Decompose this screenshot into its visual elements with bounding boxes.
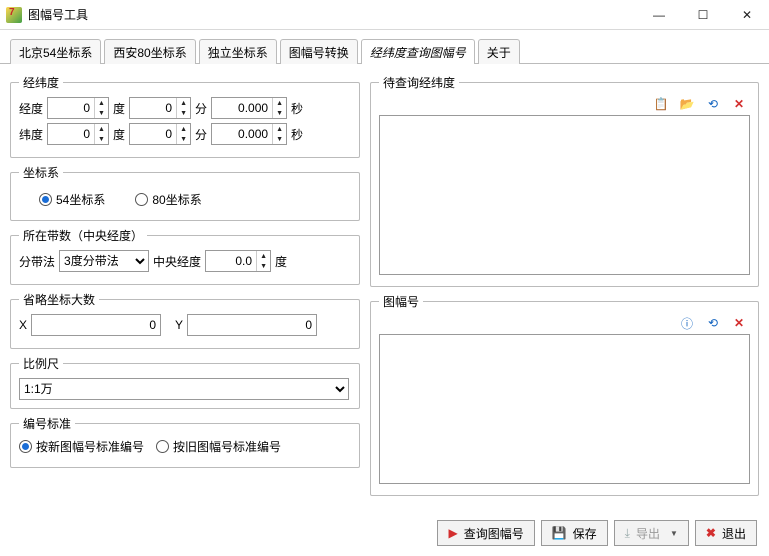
footer-toolbar: ▶ 查询图幅号 💾 保存 ⤓ 导出 ▼ ✖ 退出 xyxy=(0,512,769,552)
y-label: Y xyxy=(175,318,183,332)
lonlat-legend: 经纬度 xyxy=(19,74,63,91)
query-icon: ▶ xyxy=(448,526,457,540)
paste-icon[interactable]: 📋 xyxy=(652,95,670,113)
minimize-button[interactable]: — xyxy=(637,1,681,29)
lon-label: 经度 xyxy=(19,100,43,117)
mapno-textarea[interactable] xyxy=(379,334,750,484)
title-bar: 图幅号工具 — ☐ ✕ xyxy=(0,0,769,30)
lon-deg-spinner[interactable]: ▲▼ xyxy=(47,97,109,119)
lon-sec-input[interactable] xyxy=(212,98,272,118)
mapno-legend: 图幅号 xyxy=(379,293,423,310)
zone-legend: 所在带数（中央经度） xyxy=(19,227,147,244)
std-legend: 编号标准 xyxy=(19,415,75,432)
clear-icon[interactable]: ⟲ xyxy=(704,314,722,332)
export-button[interactable]: ⤓ 导出 ▼ xyxy=(614,520,689,546)
disk-icon: 💾 xyxy=(552,526,567,540)
lat-min-input[interactable] xyxy=(130,124,176,144)
scale-legend: 比例尺 xyxy=(19,355,63,372)
pending-group: 待查询经纬度 📋 📂 ⟲ ✕ xyxy=(370,74,759,287)
method-select[interactable]: 3度分带法 xyxy=(59,250,149,272)
pending-legend: 待查询经纬度 xyxy=(379,74,459,91)
lon-deg-input[interactable] xyxy=(48,98,94,118)
maximize-button[interactable]: ☐ xyxy=(681,1,725,29)
tab-about[interactable]: 关于 xyxy=(478,39,520,64)
lat-sec-spinner[interactable]: ▲▼ xyxy=(211,123,287,145)
tab-convert[interactable]: 图幅号转换 xyxy=(280,39,358,64)
query-button[interactable]: ▶ 查询图幅号 xyxy=(437,520,534,546)
lat-sec-input[interactable] xyxy=(212,124,272,144)
radio-dot-icon xyxy=(156,440,169,453)
cm-label: 中央经度 xyxy=(153,253,201,270)
omit-legend: 省略坐标大数 xyxy=(19,291,99,308)
scale-select[interactable]: 1:1万 xyxy=(19,378,349,400)
radio-dot-icon xyxy=(39,193,52,206)
sec-unit: 秒 xyxy=(291,100,303,117)
zone-group: 所在带数（中央经度） 分带法 3度分带法 中央经度 ▲▼ 度 xyxy=(10,227,360,285)
y-input[interactable] xyxy=(187,314,317,336)
lat-deg-input[interactable] xyxy=(48,124,94,144)
window-title: 图幅号工具 xyxy=(28,6,637,23)
lon-sec-spinner[interactable]: ▲▼ xyxy=(211,97,287,119)
close-button[interactable]: ✕ xyxy=(725,1,769,29)
method-label: 分带法 xyxy=(19,253,55,270)
lat-deg-spinner[interactable]: ▲▼ xyxy=(47,123,109,145)
close-icon: ✖ xyxy=(706,526,716,540)
x-label: X xyxy=(19,318,27,332)
coordsys-legend: 坐标系 xyxy=(19,164,63,181)
lat-label: 纬度 xyxy=(19,126,43,143)
open-icon[interactable]: 📂 xyxy=(678,95,696,113)
chevron-down-icon: ▼ xyxy=(670,529,678,538)
delete-icon[interactable]: ✕ xyxy=(730,314,748,332)
clear-icon[interactable]: ⟲ xyxy=(704,95,722,113)
radio-dot-icon xyxy=(19,440,32,453)
export-icon: ⤓ xyxy=(625,526,630,541)
scale-group: 比例尺 1:1万 xyxy=(10,355,360,409)
tab-xa80[interactable]: 西安80坐标系 xyxy=(104,39,195,64)
std-group: 编号标准 按新图幅号标准编号 按旧图幅号标准编号 xyxy=(10,415,360,468)
deg-unit: 度 xyxy=(113,100,125,117)
radio-54[interactable]: 54坐标系 xyxy=(39,191,105,208)
cm-unit: 度 xyxy=(275,253,287,270)
lon-min-input[interactable] xyxy=(130,98,176,118)
omit-group: 省略坐标大数 X Y xyxy=(10,291,360,349)
min-unit: 分 xyxy=(195,100,207,117)
app-icon xyxy=(6,7,22,23)
tab-indep[interactable]: 独立坐标系 xyxy=(199,39,277,64)
x-input[interactable] xyxy=(31,314,161,336)
tab-strip: 北京54坐标系 西安80坐标系 独立坐标系 图幅号转换 经纬度查询图幅号 关于 xyxy=(0,34,769,64)
radio-dot-icon xyxy=(135,193,148,206)
lat-min-spinner[interactable]: ▲▼ xyxy=(129,123,191,145)
radio-80[interactable]: 80坐标系 xyxy=(135,191,201,208)
pending-textarea[interactable] xyxy=(379,115,750,275)
tab-lonlat-query[interactable]: 经纬度查询图幅号 xyxy=(361,39,475,64)
tab-bj54[interactable]: 北京54坐标系 xyxy=(10,39,101,64)
coordsys-group: 坐标系 54坐标系 80坐标系 xyxy=(10,164,360,221)
mapno-group: 图幅号 ⓘ ⟲ ✕ xyxy=(370,293,759,496)
save-button[interactable]: 💾 保存 xyxy=(541,520,608,546)
radio-new-std[interactable]: 按新图幅号标准编号 xyxy=(19,438,144,455)
delete-icon[interactable]: ✕ xyxy=(730,95,748,113)
info-icon[interactable]: ⓘ xyxy=(678,314,696,332)
cm-input[interactable] xyxy=(206,251,256,271)
cm-spinner[interactable]: ▲▼ xyxy=(205,250,271,272)
exit-button[interactable]: ✖ 退出 xyxy=(695,520,757,546)
lon-min-spinner[interactable]: ▲▼ xyxy=(129,97,191,119)
lonlat-group: 经纬度 经度 ▲▼ 度 ▲▼ 分 ▲▼ 秒 纬度 ▲▼ 度 ▲▼ 分 ▲▼ 秒 xyxy=(10,74,360,158)
radio-old-std[interactable]: 按旧图幅号标准编号 xyxy=(156,438,281,455)
